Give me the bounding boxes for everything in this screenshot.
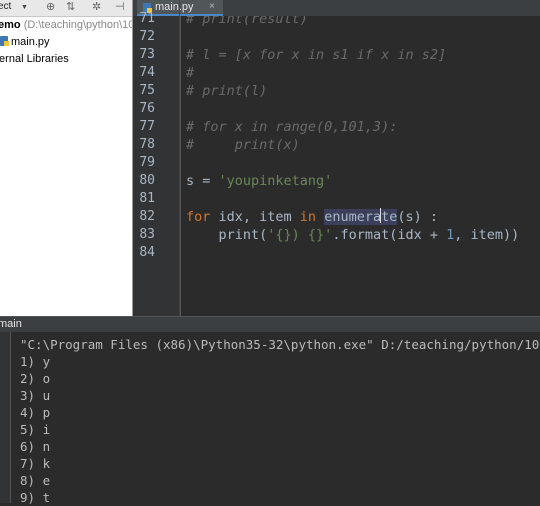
console-output-line: 9) t bbox=[20, 490, 51, 505]
comment-text: # l = [x for x in s1 if x in s2] bbox=[186, 47, 447, 63]
code-line: # for x in range(0,101,3): bbox=[186, 118, 397, 136]
code-editor[interactable]: # print(result) # l = [x for x in s1 if … bbox=[181, 16, 540, 316]
settings-gear-icon[interactable]: ✲ bbox=[92, 0, 101, 13]
editor-tab-bar: main.py × bbox=[133, 0, 540, 16]
tree-item-label: main.py bbox=[11, 36, 50, 48]
run-panel-title: main bbox=[0, 318, 22, 330]
console-output-line: 4) p bbox=[20, 405, 51, 420]
run-console[interactable]: "C:\Program Files (x86)\Python35-32\pyth… bbox=[0, 332, 540, 505]
line-number: 75 bbox=[139, 83, 155, 98]
line-number: 79 bbox=[139, 155, 155, 170]
console-command: "C:\Program Files (x86)\Python35-32\pyth… bbox=[20, 337, 540, 352]
console-output-line: 1) y bbox=[20, 354, 51, 369]
comment-text: # bbox=[186, 65, 195, 81]
line-number: 83 bbox=[139, 227, 155, 242]
comment-text: # print(l) bbox=[186, 83, 268, 99]
close-icon[interactable]: × bbox=[209, 1, 215, 12]
console-output-line: 5) i bbox=[20, 422, 51, 437]
line-number: 73 bbox=[139, 47, 155, 62]
tree-item-label: ternal Libraries bbox=[0, 53, 69, 65]
console-output-line: 7) k bbox=[20, 456, 51, 471]
project-root[interactable]: emo (D:\teaching\python\10 bbox=[0, 17, 133, 33]
line-number: 71 bbox=[139, 11, 155, 26]
project-root-name: emo bbox=[0, 19, 21, 31]
line-number: 80 bbox=[139, 173, 155, 188]
tree-item-main-py[interactable]: main.py bbox=[0, 34, 50, 50]
project-panel: ect ▼ ⊕ ⇅ ✲ ⊣ emo (D:\teaching\python\10… bbox=[0, 0, 133, 316]
tree-item-external-libraries[interactable]: ternal Libraries bbox=[0, 51, 69, 67]
comment-text: # print(result) bbox=[186, 16, 308, 27]
hide-icon[interactable]: ⊣ bbox=[115, 0, 125, 13]
code-line: # l = [x for x in s1 if x in s2] bbox=[186, 46, 446, 64]
console-output-line: 2) o bbox=[20, 371, 51, 386]
code-line-82: for idx, item in enumerate(s) : bbox=[186, 208, 439, 225]
code-line: # print(result) bbox=[186, 16, 308, 28]
line-number: 77 bbox=[139, 119, 155, 134]
line-number: 74 bbox=[139, 65, 155, 80]
line-number: 72 bbox=[139, 29, 155, 44]
line-number: 84 bbox=[139, 245, 155, 260]
code-line-83: print('{}) {}'.format(idx + 1, item)) bbox=[186, 227, 520, 243]
line-number: 81 bbox=[139, 191, 155, 206]
comment-text: # for x in range(0,101,3): bbox=[186, 119, 398, 135]
line-number: 82 bbox=[139, 209, 155, 224]
comment-text: # print(x) bbox=[186, 137, 300, 153]
code-line-80: s = 'youpinketang' bbox=[186, 173, 333, 189]
project-root-path: (D:\teaching\python\10 bbox=[23, 19, 133, 31]
sync-icon[interactable]: ⊕ bbox=[46, 0, 55, 13]
line-number: 78 bbox=[139, 137, 155, 152]
run-panel-header[interactable]: main bbox=[0, 316, 540, 333]
console-output-line: 6) n bbox=[20, 439, 51, 454]
tab-label: main.py bbox=[155, 1, 194, 13]
code-line: # print(x) bbox=[186, 136, 300, 154]
line-number-gutter: 71 72 73 74 75 76 77 78 79 80 81 82 83 8… bbox=[133, 11, 181, 316]
dropdown-arrow-icon[interactable]: ▼ bbox=[21, 4, 28, 11]
console-toolbar bbox=[0, 332, 11, 503]
line-number: 76 bbox=[139, 101, 155, 116]
console-output-line: 3) u bbox=[20, 388, 51, 403]
project-view-selector[interactable]: ect bbox=[0, 1, 11, 12]
project-toolbar: ect ▼ ⊕ ⇅ ✲ ⊣ bbox=[0, 0, 132, 17]
margin-guide bbox=[179, 0, 180, 316]
console-output-line: 8) e bbox=[20, 473, 51, 488]
python-file-icon bbox=[0, 36, 9, 46]
collapse-icon[interactable]: ⇅ bbox=[66, 0, 75, 13]
code-line: # bbox=[186, 64, 194, 82]
code-line: # print(l) bbox=[186, 82, 267, 100]
